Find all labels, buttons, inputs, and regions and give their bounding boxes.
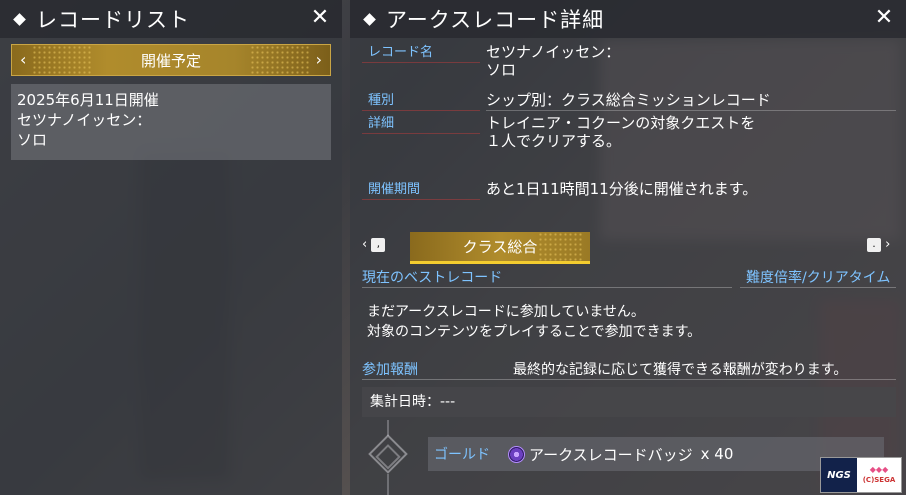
message-line: まだアークスレコードに参加していません。 bbox=[367, 304, 645, 320]
tab-label: クラス総合 bbox=[462, 238, 538, 256]
panel-title: レコードリスト bbox=[36, 8, 190, 32]
best-record-message: まだアークスレコードに参加していません。 対象のコンテンツをプレイすることで参加… bbox=[367, 302, 701, 342]
arks-record-badge-icon bbox=[508, 445, 525, 463]
record-mode: ソロ bbox=[17, 131, 48, 149]
panel-header: レコードリスト ✕ bbox=[0, 0, 342, 38]
panel-title: アークスレコード詳細 bbox=[386, 8, 605, 32]
close-icon[interactable]: ✕ bbox=[874, 7, 894, 29]
diamond-icon bbox=[363, 12, 376, 26]
tab-class-overall[interactable]: クラス総合 bbox=[410, 232, 590, 264]
type-value: シップ別：クラス総合ミッションレコード bbox=[486, 91, 771, 109]
comma-key-icon: , bbox=[371, 237, 386, 252]
reward-quantity: x 40 bbox=[700, 445, 734, 463]
record-list-item[interactable]: 2025年6月11日開催 セツナノイッセン： ソロ bbox=[11, 84, 331, 160]
details-label: 詳細 bbox=[362, 115, 480, 134]
copyright-watermark: NGS ◆◆◆ (C)SEGA bbox=[820, 457, 902, 493]
record-name-line: ソロ bbox=[486, 61, 517, 79]
details-line: トレイニア・コクーンの対象クエストを bbox=[486, 114, 756, 132]
record-name-line: セツナノイッセン： bbox=[486, 43, 621, 61]
rewards-title: 参加報酬 bbox=[362, 362, 418, 378]
difficulty-cleartime-title: 難度倍率/クリアタイム bbox=[746, 270, 891, 286]
chevron-left-icon: ‹ bbox=[362, 237, 368, 252]
watermark-right: ◆◆◆ (C)SEGA bbox=[857, 458, 901, 492]
message-line: 対象のコンテンツをプレイすることで参加できます。 bbox=[367, 324, 702, 340]
next-date-button[interactable]: › bbox=[316, 50, 322, 69]
decorative-dots bbox=[32, 45, 92, 75]
record-list-panel: レコードリスト ✕ ‹ 開催予定 › 2025年6月11日開催 セツナノイッセン… bbox=[0, 0, 342, 495]
tally-time: 集計日時：--- bbox=[362, 387, 896, 417]
decorative-dots bbox=[250, 45, 310, 75]
reward-row[interactable]: ゴールド アークスレコードバッジ x 40 bbox=[428, 437, 884, 471]
period-key-icon: . bbox=[867, 237, 881, 252]
divider bbox=[486, 110, 896, 111]
tier-connector bbox=[387, 474, 389, 495]
best-record-title: 現在のベストレコード bbox=[362, 270, 503, 286]
record-name: セツナノイッセン： bbox=[17, 111, 152, 129]
record-date: 2025年6月11日開催 bbox=[17, 91, 159, 109]
rewards-note: 最終的な記録に応じて獲得できる報酬が変わります。 bbox=[513, 362, 848, 378]
record-detail-panel: アークスレコード詳細 ✕ レコード名 セツナノイッセン： ソロ 種別 シップ別：… bbox=[350, 0, 906, 495]
diamond-icon bbox=[13, 12, 26, 26]
prev-date-button[interactable]: ‹ bbox=[20, 50, 26, 69]
details-line: １人でクリアする。 bbox=[486, 132, 622, 150]
copyright-text: (C)SEGA bbox=[862, 476, 896, 484]
date-selector: ‹ 開催予定 › bbox=[11, 44, 331, 76]
close-icon[interactable]: ✕ bbox=[310, 7, 330, 29]
chevron-right-icon: › bbox=[885, 237, 891, 252]
date-selector-label: 開催予定 bbox=[140, 51, 201, 70]
details-value: トレイニア・コクーンの対象クエストを １人でクリアする。 bbox=[486, 114, 755, 150]
reward-tier: ゴールド bbox=[434, 447, 490, 463]
next-category-button[interactable]: . › bbox=[867, 237, 890, 252]
type-label: 種別 bbox=[362, 92, 480, 111]
divider bbox=[362, 287, 732, 288]
prev-category-button[interactable]: ‹ , bbox=[362, 237, 386, 252]
reward-item: アークスレコードバッジ bbox=[529, 445, 693, 464]
record-name-label: レコード名 bbox=[362, 44, 480, 63]
period-value: あと1日11時間11分後に開催されます。 bbox=[486, 180, 758, 198]
decorative-dots bbox=[538, 232, 584, 261]
watermark-mark: ◆◆◆ bbox=[869, 465, 889, 474]
ngs-logo: NGS bbox=[821, 458, 857, 492]
period-label: 開催期間 bbox=[362, 181, 480, 200]
divider bbox=[740, 287, 896, 288]
tier-diamond-icon bbox=[368, 434, 408, 474]
panel-header: アークスレコード詳細 ✕ bbox=[350, 0, 906, 38]
record-name-value: セツナノイッセン： ソロ bbox=[486, 43, 620, 79]
